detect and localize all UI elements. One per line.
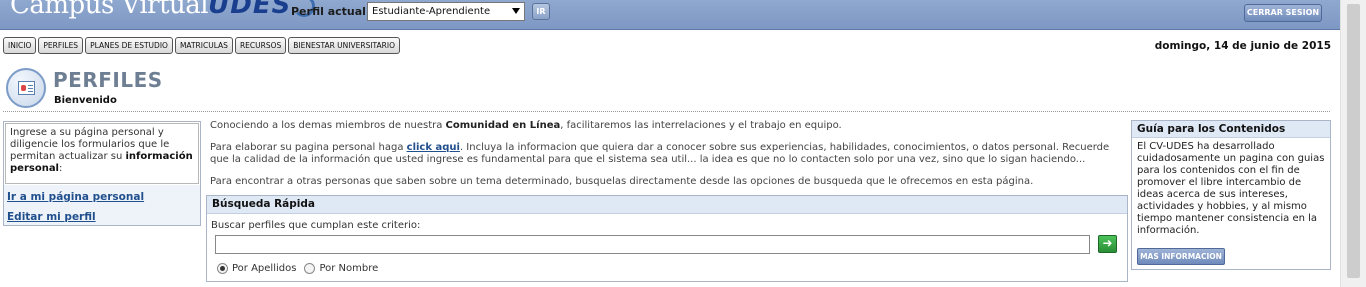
nav-perfiles[interactable]: PERFILES	[38, 37, 84, 54]
radio-selected-icon	[217, 263, 228, 274]
search-label: Buscar perfiles que cumplan este criteri…	[211, 220, 421, 231]
ir-button[interactable]: IR	[532, 3, 550, 20]
radio-unselected-icon	[304, 263, 316, 274]
radio-label-name: Por Nombre	[319, 263, 379, 274]
radio-label-surname: Por Apellidos	[232, 263, 297, 274]
p1-bold: Comunidad en Línea	[445, 120, 561, 131]
p1-suffix: , facilitaremos las interrelaciones y el…	[560, 120, 842, 131]
guide-heading: Guía para los Contenidos	[1132, 121, 1330, 138]
perfil-selected-value: Estudiante-Aprendiente	[372, 6, 491, 17]
scrollbar-thumb[interactable]	[1347, 4, 1360, 278]
guide-body: El CV-UDES ha desarrollado cuidadosament…	[1137, 141, 1325, 236]
title-divider	[3, 111, 1330, 112]
current-date: domingo, 14 de junio de 2015	[1154, 40, 1331, 52]
logo-campus-virtual: Campus Virtual	[10, 0, 209, 20]
logout-button[interactable]: CERRAR SESION	[1244, 4, 1322, 22]
perfil-label: Perfil actual:	[291, 5, 371, 18]
nav-matriculas[interactable]: MATRICULAS	[174, 37, 233, 54]
link-edit-profile[interactable]: Editar mi perfil	[7, 207, 197, 227]
left-panel-links: Ir a mi página personal Editar mi perfil	[4, 185, 200, 225]
intro-paragraph: Conociendo a los demas miembros de nuest…	[210, 120, 1120, 132]
search-paragraph: Para encontrar a otras personas que sabe…	[210, 176, 1034, 187]
nav-bienestar-universitario[interactable]: BIENESTAR UNIVERSITARIO	[288, 37, 401, 54]
profile-card-icon	[6, 68, 46, 108]
p2-text: Para elaborar su pagina personal haga	[210, 142, 407, 153]
link-personal-page[interactable]: Ir a mi página personal	[7, 187, 197, 207]
dropdown-arrow-icon	[512, 8, 520, 14]
logo-text: Campus VirtualUDES	[10, 0, 316, 20]
logo-brand: UDES	[208, 0, 292, 20]
page-title: PERFILES	[53, 68, 163, 92]
nav-planes-de-estudio[interactable]: PLANES DE ESTUDIO	[85, 37, 173, 54]
campus-virtual-logo[interactable]: Campus VirtualUDES	[10, 0, 316, 20]
main-content: Conociendo a los demas miembros de nuest…	[210, 120, 1120, 198]
page-subtitle: Bienvenido	[54, 95, 117, 106]
quick-search-panel: Búsqueda Rápida Buscar perfiles que cump…	[206, 195, 1128, 282]
nav-inicio[interactable]: INICIO	[3, 37, 37, 54]
search-input[interactable]	[215, 235, 1090, 254]
content-guide-panel: Guía para los Contenidos El CV-UDES ha d…	[1131, 120, 1331, 270]
search-go-button[interactable]: ➜	[1098, 235, 1117, 253]
intro-suffix: :	[59, 163, 63, 174]
click-here-link[interactable]: click aqui	[407, 142, 460, 153]
vertical-scrollbar[interactable]	[1340, 0, 1366, 287]
quick-search-heading: Búsqueda Rápida	[207, 196, 1127, 214]
personal-page-paragraph: Para elaborar su pagina personal haga cl…	[210, 142, 1120, 166]
p1-text: Conociendo a los demas miembros de nuest…	[210, 120, 446, 131]
radio-por-apellidos[interactable]: Por Apellidos	[217, 263, 296, 274]
top-header-bar: Campus VirtualUDES Perfil actual: Estudi…	[0, 0, 1340, 30]
search-type-options: Por Apellidos Por Nombre	[217, 263, 378, 274]
more-info-button[interactable]: MAS INFORMACION	[1137, 248, 1225, 265]
perfil-select[interactable]: Estudiante-Aprendiente	[367, 2, 525, 21]
radio-por-nombre[interactable]: Por Nombre	[304, 263, 378, 274]
left-panel: Ingrese a su página personal y diligenci…	[3, 121, 201, 226]
left-panel-intro: Ingrese a su página personal y diligenci…	[5, 123, 199, 184]
nav-recursos[interactable]: RECURSOS	[234, 37, 287, 54]
main-nav: INICIO PERFILES PLANES DE ESTUDIO MATRIC…	[3, 37, 401, 54]
